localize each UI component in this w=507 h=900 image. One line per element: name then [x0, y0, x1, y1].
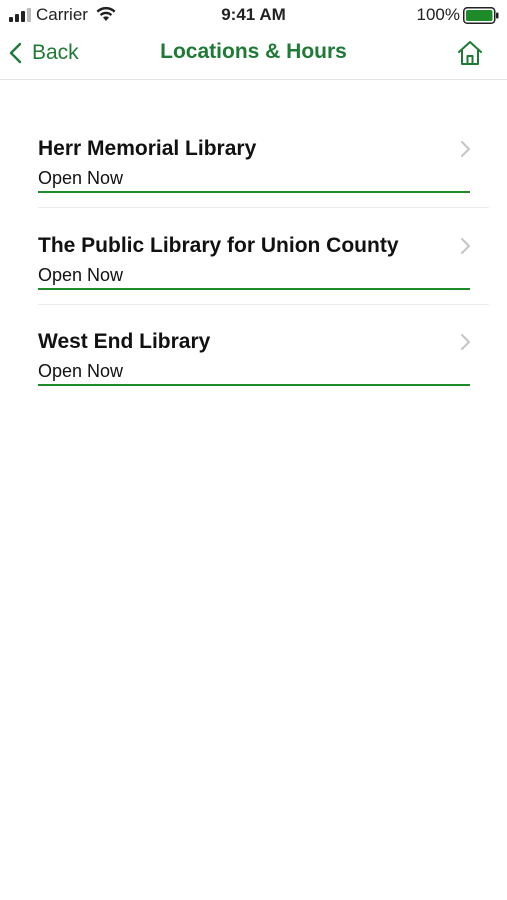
home-icon[interactable] — [455, 38, 485, 68]
navigation-bar: Back Locations & Hours — [0, 30, 507, 80]
location-name: The Public Library for Union County — [38, 233, 399, 257]
location-status: Open Now — [38, 168, 124, 188]
location-item-herr-memorial[interactable]: Herr Memorial Library Open Now — [0, 112, 507, 208]
location-name: Herr Memorial Library — [38, 137, 257, 160]
location-item-west-end[interactable]: West End Library Open Now — [0, 305, 507, 401]
status-underline — [38, 287, 470, 290]
battery-percent: 100% — [416, 5, 460, 24]
status-underline — [38, 384, 470, 387]
chevron-right-icon — [461, 141, 470, 157]
status-bar: Carrier 9:41 AM 100% — [0, 0, 507, 30]
location-name: West End Library — [38, 330, 211, 354]
battery-icon — [463, 7, 499, 24]
location-status: Open Now — [38, 264, 124, 285]
chevron-right-icon — [461, 237, 470, 254]
chevron-right-icon — [461, 334, 470, 351]
status-underline — [38, 191, 470, 193]
location-status: Open Now — [38, 361, 124, 382]
location-item-union-county[interactable]: The Public Library for Union County Open… — [0, 209, 507, 305]
page-title: Locations & Hours — [160, 40, 347, 63]
locations-list: Herr Memorial Library Open Now The Publi… — [0, 112, 507, 401]
